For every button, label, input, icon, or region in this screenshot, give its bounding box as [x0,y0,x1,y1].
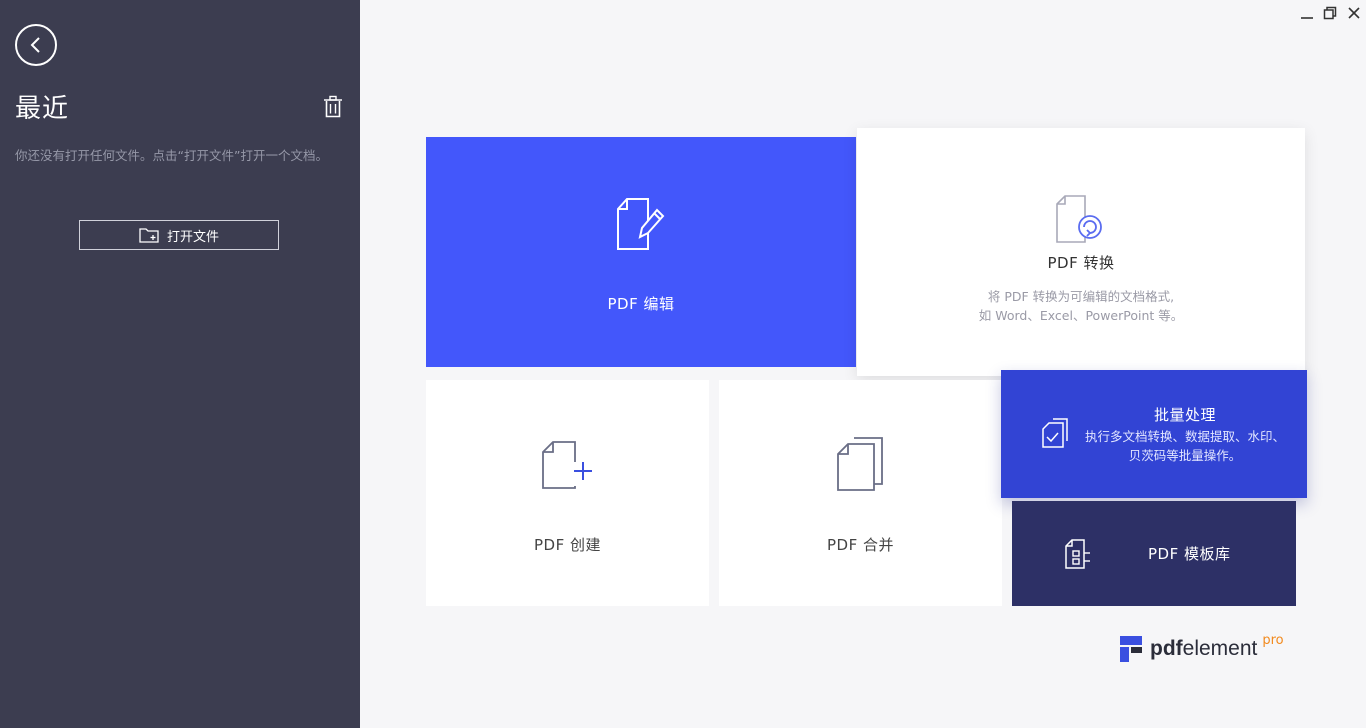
template-library-icon [1065,538,1090,569]
clear-recent-button[interactable] [322,95,344,119]
trash-icon [324,95,342,118]
logo-brand-bold: pdf [1150,637,1183,660]
restore-icon [1323,6,1337,20]
template-library-tile[interactable]: PDF 模板库 [1012,501,1296,606]
chevron-left-icon [30,37,40,53]
pdf-create-label: PDF 创建 [534,536,601,554]
logo-wordmark: pdfelement [1150,637,1257,661]
restore-button[interactable] [1321,4,1339,22]
batch-process-label: 批量处理 [1154,405,1217,424]
folder-icon [139,228,159,243]
batch-text-group: 批量处理 执行多文档转换、数据提取、水印、 贝茨码等批量操作。 [1085,404,1285,465]
open-file-label: 打开文件 [166,229,219,245]
batch-process-icon [1042,418,1068,448]
pdf-merge-tile[interactable]: PDF 合并 [719,380,1002,606]
close-icon [1348,7,1360,19]
pdfelement-logo: pdfelement pro [1120,632,1284,662]
pro-badge: pro [1262,632,1284,648]
minimize-button[interactable] [1298,4,1316,22]
pdf-convert-desc-line1: 将 PDF 转换为可编辑的文档格式, [987,289,1175,304]
recent-title: 最近 [15,94,70,124]
recent-sidebar: 最近 你还没有打开任何文件。点击“打开文件”打开一个文档。 打开文件 [0,0,360,728]
pdfelement-logo-icon [1120,636,1142,662]
logo-brand-rest: element [1182,637,1258,660]
close-button[interactable] [1345,4,1363,22]
pdf-convert-label: PDF 转换 [1047,254,1115,272]
back-button[interactable] [15,24,57,66]
batch-process-tile[interactable]: 批量处理 执行多文档转换、数据提取、水印、 贝茨码等批量操作。 [1001,370,1307,498]
minimize-icon [1301,17,1313,19]
template-library-label: PDF 模板库 [1148,545,1231,563]
batch-desc-line1: 执行多文档转换、数据提取、水印、 [1085,428,1286,444]
pdf-convert-tile[interactable]: PDF 转换 将 PDF 转换为可编辑的文档格式, 如 Word、Excel、P… [857,128,1305,376]
empty-recent-message: 你还没有打开任何文件。点击“打开文件”打开一个文档。 [15,148,328,163]
open-file-button[interactable]: 打开文件 [79,220,279,250]
pdf-edit-label: PDF 编辑 [607,295,675,313]
pdf-merge-label: PDF 合并 [827,536,894,554]
convert-document-icon [1056,195,1102,243]
pdf-create-tile[interactable]: PDF 创建 [426,380,709,606]
pdf-convert-desc-line2: 如 Word、Excel、PowerPoint 等。 [978,308,1184,323]
edit-document-icon [617,198,665,250]
pdf-edit-tile[interactable]: PDF 编辑 [426,137,856,367]
merge-documents-icon [836,437,883,491]
batch-desc-line2: 贝茨码等批量操作。 [1128,447,1242,463]
create-document-icon [541,441,595,489]
